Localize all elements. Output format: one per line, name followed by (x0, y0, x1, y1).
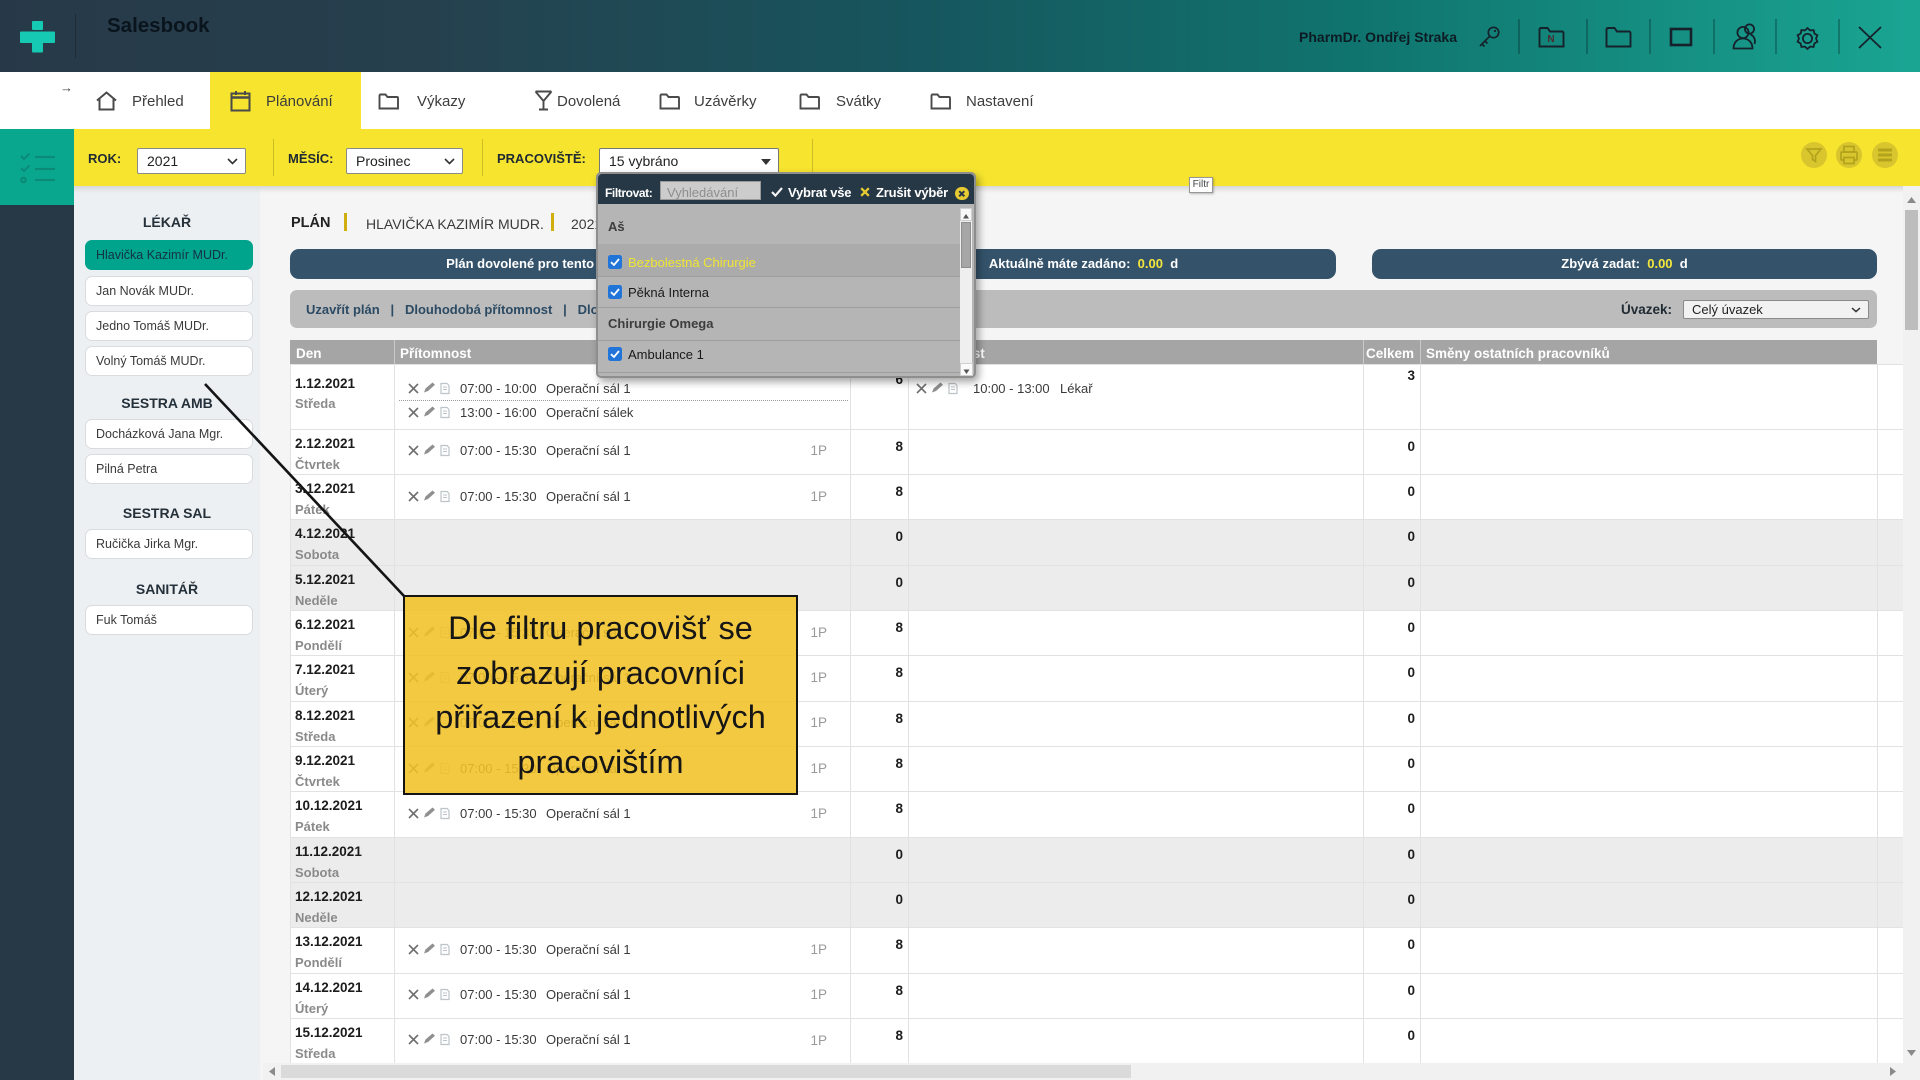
svg-text:N: N (1547, 34, 1554, 45)
